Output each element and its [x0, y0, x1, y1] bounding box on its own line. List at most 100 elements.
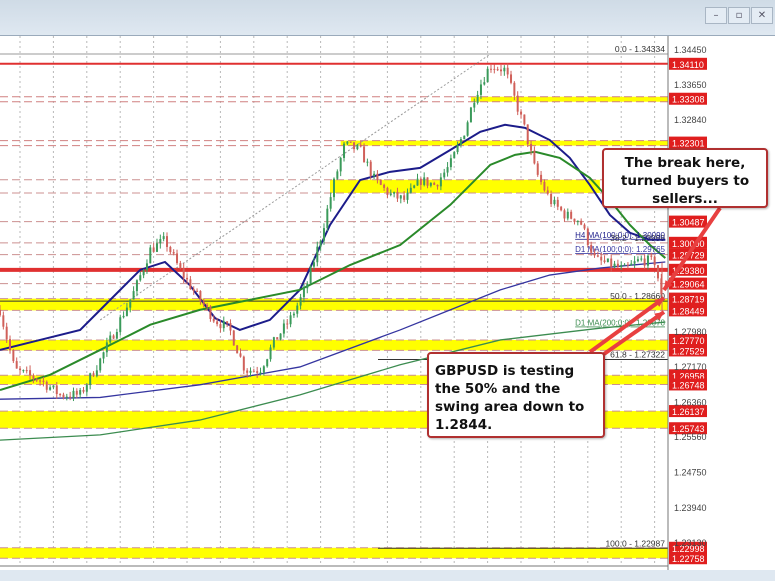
candle-body [329, 197, 332, 209]
candle-body [336, 171, 339, 179]
candle-body [236, 345, 239, 354]
candle-body [566, 211, 569, 219]
candle-body [212, 318, 215, 322]
candle-body [219, 324, 222, 329]
candle-body [636, 259, 639, 262]
candle-body [419, 178, 422, 185]
price-axis: 1.341101.333081.323011.314471.311451.304… [667, 36, 707, 570]
candle-body [289, 315, 292, 325]
candle-body [266, 359, 269, 367]
candle-body [119, 317, 122, 333]
close-button[interactable]: ✕ [751, 7, 773, 24]
candle-body [510, 74, 513, 83]
candle-body [312, 262, 315, 267]
candle-body [9, 339, 12, 351]
candle-body [393, 191, 396, 194]
candle-body [166, 236, 168, 247]
candle-body [536, 163, 539, 175]
candle-body [0, 309, 1, 316]
candle-body [466, 122, 469, 136]
candle-body [333, 178, 335, 198]
candle-body [349, 141, 352, 143]
candle-body [556, 199, 559, 207]
candle-body [75, 390, 78, 395]
yellow-zone [0, 547, 668, 559]
candle-body [646, 255, 649, 266]
candle-body [426, 177, 429, 186]
price-label: 1.28719 [672, 295, 705, 305]
candle-body [606, 258, 609, 262]
candle-body [506, 67, 509, 75]
price-tick: 1.33650 [674, 80, 707, 90]
candle-body [159, 239, 162, 244]
candle-body [162, 236, 165, 240]
candle-body [112, 335, 115, 339]
price-label: 1.28449 [672, 306, 705, 316]
restore-button[interactable]: ▫ [728, 7, 750, 24]
candle-body [416, 178, 419, 186]
minimize-button[interactable]: – [705, 7, 727, 24]
candle-body [279, 333, 282, 340]
candle-body [570, 211, 573, 219]
candle-body [12, 350, 15, 362]
candle-body [109, 335, 112, 343]
candle-body [650, 255, 653, 257]
candle-body [613, 263, 616, 268]
candle-body [262, 366, 265, 373]
candle-body [463, 135, 466, 140]
candle-body [610, 258, 613, 268]
candle-body [199, 291, 202, 302]
candle-body [85, 385, 88, 392]
candle-body [52, 385, 55, 388]
candle-body [202, 301, 205, 305]
candle-body [453, 152, 456, 159]
candle-body [620, 265, 623, 267]
candle-body [339, 157, 342, 172]
candle-body [25, 370, 28, 372]
fib-level-label: 100.0 - 1.22987 [605, 538, 665, 548]
candle-body [593, 252, 596, 256]
price-tick: 1.27170 [674, 362, 707, 372]
candle-body [483, 82, 486, 85]
candle-body [42, 380, 45, 382]
window-titlebar: – ▫ ✕ [0, 0, 775, 36]
candle-body [500, 69, 502, 72]
price-label: 1.22758 [672, 554, 705, 564]
candle-body [242, 356, 245, 371]
candle-body [65, 396, 68, 398]
candle-body [209, 306, 212, 319]
candle-body [115, 332, 118, 339]
candle-body [122, 315, 125, 318]
candle-body [272, 337, 275, 348]
candle-body [309, 266, 312, 284]
candle-body [105, 342, 108, 353]
price-tick: 1.32840 [674, 115, 707, 125]
candle-body [459, 139, 462, 145]
candle-body [473, 102, 476, 108]
candle-body [540, 174, 543, 182]
candle-body [493, 68, 496, 70]
candle-body [2, 315, 5, 327]
price-label: 1.26137 [672, 407, 705, 417]
candle-body [149, 247, 152, 264]
candle-body [439, 177, 442, 187]
candle-body [413, 185, 416, 188]
candle-body [45, 381, 48, 390]
price-tick: 1.26360 [674, 397, 707, 407]
candle-body [356, 144, 359, 150]
candle-body [520, 111, 523, 115]
price-label: 1.30487 [672, 218, 705, 228]
candle-body [69, 396, 72, 398]
price-chart[interactable]: 0.0 - 1.3433438.2 - 1.2999950.0 - 1.2866… [0, 36, 775, 570]
candle-body [282, 323, 285, 334]
candle-body [252, 370, 255, 372]
candle-body [516, 95, 519, 112]
candle-body [99, 358, 102, 371]
candle-body [560, 206, 563, 211]
candle-body [226, 321, 229, 324]
price-tick: 1.24750 [674, 467, 707, 477]
candle-body [39, 380, 42, 382]
candle-body [550, 193, 553, 205]
candle-body [479, 84, 482, 95]
price-tick: 1.23130 [674, 538, 707, 548]
